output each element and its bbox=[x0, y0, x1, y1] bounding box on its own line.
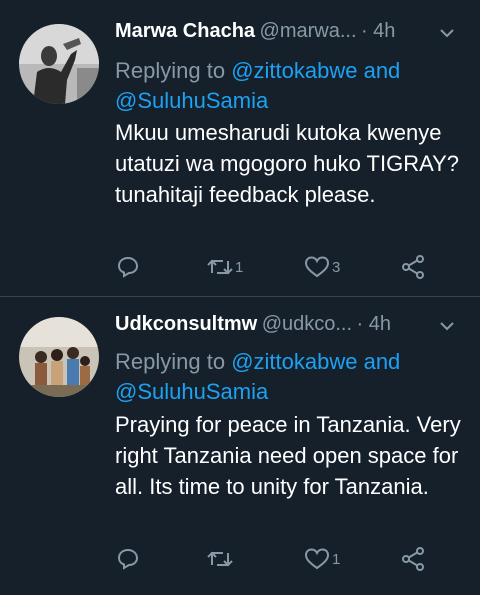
replying-to-label: Replying to bbox=[115, 58, 232, 83]
retweet-icon bbox=[207, 259, 233, 275]
user-handle[interactable]: @udkco... bbox=[262, 313, 352, 335]
avatar-photo bbox=[19, 317, 99, 397]
display-name[interactable]: Udkconsultmw bbox=[115, 313, 257, 335]
reply-icon bbox=[117, 256, 139, 278]
avatar-photo bbox=[19, 24, 99, 104]
share-button[interactable] bbox=[400, 544, 426, 574]
reply-icon bbox=[117, 548, 139, 570]
like-count: 3 bbox=[332, 258, 341, 276]
mention-link[interactable]: @SuluhuSamia bbox=[115, 379, 268, 404]
reply-button[interactable] bbox=[116, 544, 140, 574]
share-icon bbox=[402, 255, 424, 279]
display-name[interactable]: Marwa Chacha bbox=[115, 20, 255, 42]
avatar[interactable] bbox=[19, 317, 99, 397]
tweet[interactable]: Udkconsultmw @udkco... · 4h Replying to … bbox=[0, 297, 480, 595]
retweet-count: 1 bbox=[235, 258, 244, 276]
retweet-button[interactable] bbox=[207, 544, 235, 574]
reply-button[interactable] bbox=[116, 252, 140, 282]
tweet[interactable]: Marwa Chacha @marwa... · 4h Replying to … bbox=[0, 0, 480, 296]
tweet-header: Marwa Chacha @marwa... · 4h bbox=[115, 20, 462, 50]
mention-link[interactable]: @zittokabwe bbox=[231, 349, 357, 374]
tweet-actions: 1 3 bbox=[0, 252, 480, 282]
tweet-text: Mkuu umesharudi kutoka kwenye utatuzi wa… bbox=[115, 120, 460, 207]
timestamp: · 4h bbox=[356, 313, 391, 335]
reply-and: and bbox=[357, 58, 401, 83]
like-count: 1 bbox=[332, 550, 341, 568]
user-handle[interactable]: @marwa... bbox=[260, 20, 357, 42]
share-button[interactable] bbox=[400, 252, 426, 282]
replying-to: Replying to @zittokabwe and @SuluhuSamia bbox=[115, 56, 466, 116]
tweet-text: Praying for peace in Tanzania. Very righ… bbox=[115, 412, 461, 499]
chevron-down-icon[interactable] bbox=[440, 26, 454, 40]
tweet-actions: 1 bbox=[0, 544, 480, 574]
tweet-header: Udkconsultmw @udkco... · 4h bbox=[115, 313, 462, 343]
heart-icon bbox=[304, 548, 330, 570]
retweet-icon bbox=[207, 551, 233, 567]
avatar[interactable] bbox=[19, 24, 99, 104]
like-button[interactable]: 3 bbox=[304, 252, 340, 282]
timestamp: · 4h bbox=[360, 20, 396, 42]
heart-icon bbox=[304, 256, 330, 278]
like-button[interactable]: 1 bbox=[304, 544, 340, 574]
mention-link[interactable]: @SuluhuSamia bbox=[115, 88, 268, 113]
retweet-button[interactable]: 1 bbox=[207, 252, 243, 282]
replying-to-label: Replying to bbox=[115, 349, 232, 374]
mention-link[interactable]: @zittokabwe bbox=[231, 58, 357, 83]
reply-and: and bbox=[357, 349, 401, 374]
chevron-down-icon[interactable] bbox=[440, 319, 454, 333]
replying-to: Replying to @zittokabwe and @SuluhuSamia bbox=[115, 347, 466, 407]
share-icon bbox=[402, 547, 424, 571]
